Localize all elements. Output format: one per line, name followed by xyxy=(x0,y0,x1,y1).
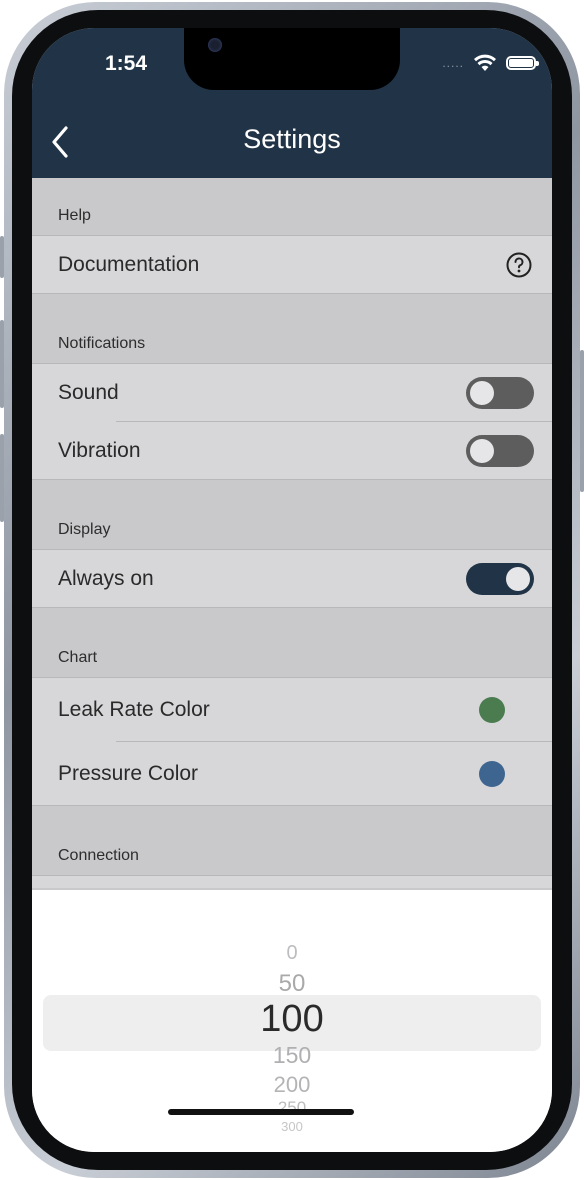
section-header-connection: Connection xyxy=(32,806,552,876)
leak-rate-color-row[interactable]: Leak Rate Color xyxy=(32,678,552,742)
documentation-label: Documentation xyxy=(58,252,200,276)
question-circle-icon[interactable] xyxy=(506,252,532,278)
page-title: Settings xyxy=(243,124,341,154)
power-button xyxy=(580,350,584,492)
silent-switch xyxy=(0,236,4,278)
always-on-toggle[interactable] xyxy=(466,562,534,595)
section-title-display: Display xyxy=(58,521,111,538)
wifi-icon xyxy=(474,54,496,71)
vibration-label: Vibration xyxy=(58,438,141,462)
battery-icon xyxy=(506,56,539,70)
screen: 1:54 ..... Settings Help Documentation N… xyxy=(32,28,552,1152)
vibration-toggle[interactable] xyxy=(466,434,534,467)
toggle-knob xyxy=(506,566,530,591)
cellular-signal-icon: ..... xyxy=(442,56,464,70)
notch xyxy=(184,28,400,90)
sound-label: Sound xyxy=(58,381,119,404)
picker-option[interactable]: 150 xyxy=(32,1042,552,1069)
always-on-label: Always on xyxy=(58,566,154,590)
section-title-help: Help xyxy=(58,207,91,224)
volume-up-button xyxy=(0,320,4,408)
toggle-knob xyxy=(470,381,494,405)
pressure-color-row[interactable]: Pressure Color xyxy=(32,742,552,806)
toggle-knob xyxy=(470,438,494,463)
leak-rate-color-label: Leak Rate Color xyxy=(58,698,210,721)
picker-option[interactable]: 250 xyxy=(32,1098,552,1118)
picker-option[interactable]: 200 xyxy=(32,1072,552,1098)
section-title-notifications: Notifications xyxy=(58,335,146,352)
home-indicator[interactable] xyxy=(168,1109,354,1115)
leak-rate-color-swatch[interactable] xyxy=(479,697,505,723)
section-header-display: Display xyxy=(32,480,552,550)
section-title-chart: Chart xyxy=(58,649,98,666)
connection-row-partial xyxy=(32,876,552,888)
status-time: 1:54 xyxy=(104,52,148,75)
sound-toggle[interactable] xyxy=(466,377,534,409)
section-title-connection: Connection xyxy=(58,847,139,864)
picker-option-selected[interactable]: 100 xyxy=(32,998,552,1041)
pressure-color-label: Pressure Color xyxy=(58,761,199,785)
always-on-row: Always on xyxy=(32,550,552,608)
vibration-row: Vibration xyxy=(32,422,552,480)
section-header-notifications: Notifications xyxy=(32,294,552,364)
picker-option[interactable]: 300 xyxy=(32,1119,552,1134)
section-header-help: Help xyxy=(32,178,552,236)
back-button[interactable] xyxy=(46,122,78,162)
section-header-chart: Chart xyxy=(32,608,552,678)
settings-list: Help Documentation Notifications Sound V… xyxy=(32,178,552,888)
nav-bar: 1:54 ..... Settings xyxy=(32,28,552,178)
pressure-color-swatch[interactable] xyxy=(479,760,505,787)
sound-row: Sound xyxy=(32,364,552,422)
camera-icon xyxy=(208,38,222,52)
status-icons: ..... xyxy=(442,52,539,74)
documentation-row[interactable]: Documentation xyxy=(32,236,552,294)
volume-down-button xyxy=(0,434,4,522)
picker-option[interactable]: 50 xyxy=(32,970,552,998)
picker-option[interactable]: 0 xyxy=(32,942,552,965)
